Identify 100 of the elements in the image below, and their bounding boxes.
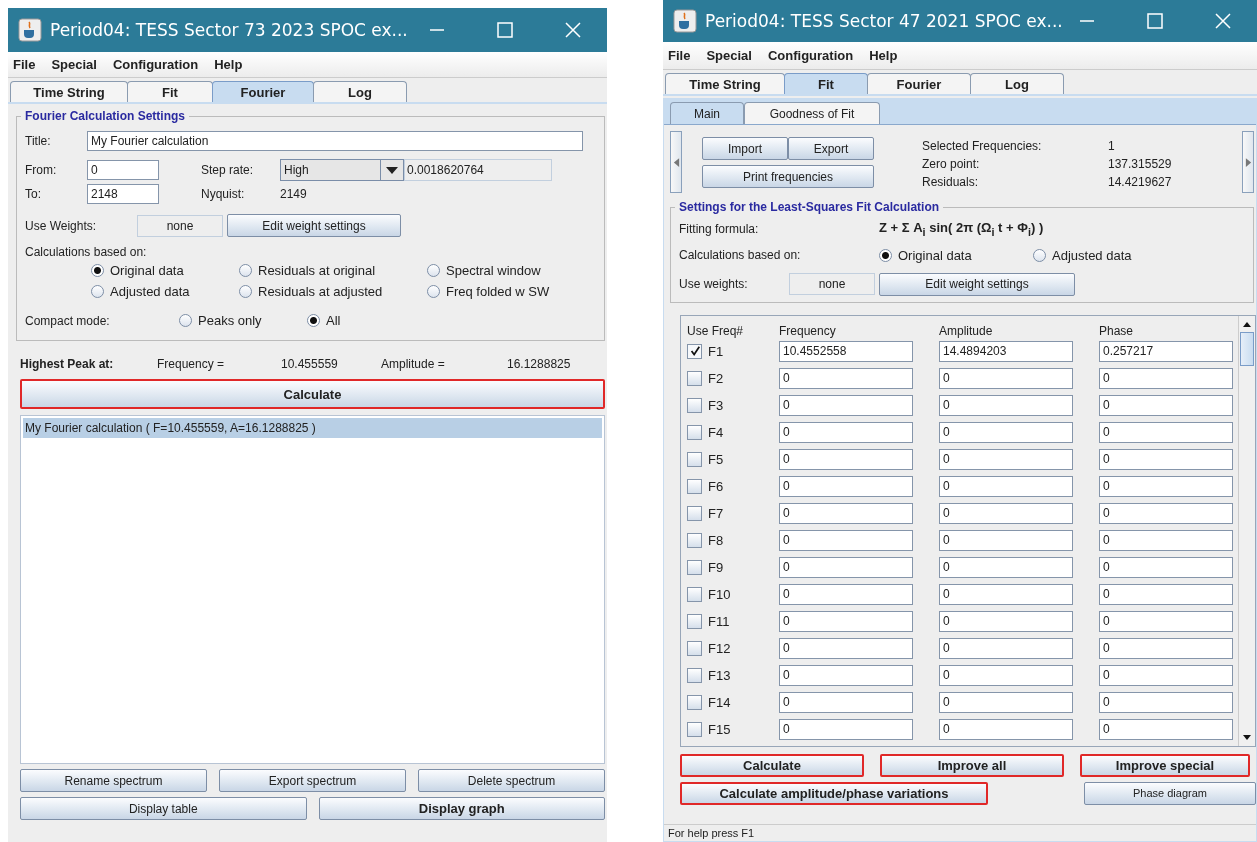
amplitude-field[interactable]: 0 — [939, 664, 1073, 686]
menu-item[interactable]: Special — [50, 57, 98, 72]
amplitude-field[interactable]: 0 — [939, 502, 1073, 524]
phase-field[interactable]: 0.257217 — [1099, 340, 1233, 362]
edit-weights-button[interactable]: Edit weight settings — [879, 272, 1075, 296]
status-bar: For help press F1 — [664, 824, 1256, 841]
title-field[interactable]: My Fourier calculation — [87, 131, 583, 151]
menu-item[interactable]: Configuration — [111, 57, 200, 72]
radio-button[interactable]: Original data — [91, 263, 239, 278]
frequency-field[interactable]: 0 — [779, 529, 913, 551]
frequency-label: F2 — [708, 370, 724, 386]
amplitude-field[interactable]: 0 — [939, 475, 1073, 497]
phase-field[interactable]: 0 — [1099, 691, 1233, 713]
display-button[interactable]: Display table — [20, 797, 307, 820]
to-field[interactable]: 2148 — [87, 184, 159, 204]
radio-button[interactable]: Residuals at original — [239, 263, 427, 278]
tab[interactable]: Fourier — [867, 73, 971, 94]
frequency-field[interactable]: 0 — [779, 583, 913, 605]
phase-field[interactable]: 0 — [1099, 475, 1233, 497]
frequency-field[interactable]: 0 — [779, 448, 913, 470]
amplitude-field[interactable]: 0 — [939, 583, 1073, 605]
amplitude-field[interactable]: 0 — [939, 691, 1073, 713]
edit-weights-button[interactable]: Edit weight settings — [227, 214, 401, 237]
frequency-field[interactable]: 0 — [779, 502, 913, 524]
phase-field[interactable]: 0 — [1099, 367, 1233, 389]
amplitude-field[interactable]: 0 — [939, 394, 1073, 416]
phase-field[interactable]: 0 — [1099, 394, 1233, 416]
spectrum-button[interactable]: Export spectrum — [219, 769, 406, 792]
frequency-field[interactable]: 0 — [779, 691, 913, 713]
calculate-button[interactable]: Calculate — [20, 379, 605, 409]
radio-button[interactable]: Freq folded w SW — [427, 284, 596, 299]
menu-item[interactable]: File — [667, 48, 692, 63]
amplitude-field[interactable]: 14.4894203 — [939, 340, 1073, 362]
fitting-formula: Z + Σ A$_{i}$ sin( 2π (Ω$_{i}$ t + Φ$_{i}$) ) — [879, 220, 1044, 238]
frequency-field[interactable]: 0 — [779, 556, 913, 578]
tab[interactable]: Main — [670, 102, 744, 124]
frequency-field[interactable]: 0 — [779, 610, 913, 632]
from-field[interactable]: 0 — [87, 160, 159, 180]
frequency-field[interactable]: 0 — [779, 664, 913, 686]
spectrum-button[interactable]: Delete spectrum — [418, 769, 605, 792]
tab[interactable]: Time String — [665, 73, 785, 94]
phase-field[interactable]: 0 — [1099, 610, 1233, 632]
frequency-field[interactable]: 0 — [779, 718, 913, 740]
menu-item[interactable]: Help — [868, 48, 899, 63]
radio-button[interactable]: Peaks only — [179, 313, 303, 328]
amplitude-field[interactable]: 0 — [939, 448, 1073, 470]
menu-item[interactable]: Help — [213, 57, 244, 72]
frequency-field[interactable]: 0 — [779, 637, 913, 659]
radio-button[interactable]: All — [307, 313, 431, 328]
phase-field[interactable]: 0 — [1099, 421, 1233, 443]
phase-field[interactable]: 0 — [1099, 583, 1233, 605]
radio-button[interactable]: Adjusted data — [91, 284, 239, 299]
tab[interactable]: Time String — [10, 81, 128, 102]
list-item[interactable]: My Fourier calculation ( F=10.455559, A=16.1288825 ) — [23, 418, 602, 438]
frequency-label: F12 — [708, 640, 731, 656]
amplitude-field[interactable]: 0 — [939, 556, 1073, 578]
menu-item[interactable]: Special — [705, 48, 753, 63]
action-button[interactable]: Phase diagram — [1084, 781, 1256, 805]
amplitude-field[interactable]: 0 — [939, 529, 1073, 551]
radio-button[interactable]: Adjusted data — [1033, 247, 1183, 263]
frequency-field[interactable]: 0 — [779, 475, 913, 497]
menu-item[interactable]: Configuration — [766, 48, 855, 63]
phase-field[interactable]: 0 — [1099, 529, 1233, 551]
tab[interactable]: Goodness of Fit — [744, 102, 880, 124]
display-button[interactable]: Display graph — [318, 797, 605, 820]
tab[interactable]: Fit — [127, 81, 213, 102]
phase-field[interactable]: 0 — [1099, 718, 1233, 740]
menu-item[interactable]: File — [12, 57, 37, 72]
action-button[interactable]: Calculate amplitude/phase variations — [680, 781, 988, 805]
phase-field[interactable]: 0 — [1099, 664, 1233, 686]
tab[interactable]: Log — [313, 81, 407, 102]
action-button[interactable]: Improve special — [1080, 753, 1250, 777]
tab[interactable]: Log — [970, 73, 1064, 94]
amplitude-field[interactable]: 0 — [939, 421, 1073, 443]
amplitude-field[interactable]: 0 — [939, 367, 1073, 389]
tab[interactable]: Fit — [784, 73, 868, 94]
export-button[interactable]: Export — [788, 137, 874, 160]
phase-field[interactable]: 0 — [1099, 556, 1233, 578]
print-frequencies-button[interactable]: Print frequencies — [702, 165, 874, 188]
phase-field[interactable]: 0 — [1099, 502, 1233, 524]
frequency-field[interactable]: 0 — [779, 421, 913, 443]
spectrum-button[interactable]: Rename spectrum — [20, 769, 207, 792]
action-button[interactable]: Improve all — [880, 753, 1064, 777]
amplitude-field[interactable]: 0 — [939, 610, 1073, 632]
radio-button[interactable]: Spectral window — [427, 263, 596, 278]
amplitude-field[interactable]: 0 — [939, 718, 1073, 740]
column-header: Phase — [1099, 323, 1135, 338]
action-button[interactable]: Calculate — [680, 753, 864, 777]
phase-field[interactable]: 0 — [1099, 448, 1233, 470]
amplitude-field[interactable]: 0 — [939, 637, 1073, 659]
phase-field[interactable]: 0 — [1099, 637, 1233, 659]
radio-button[interactable]: Original data — [879, 247, 1029, 263]
frequency-field[interactable]: 0 — [779, 367, 913, 389]
step-rate-dropdown[interactable]: High — [280, 159, 404, 181]
frequency-field[interactable]: 0 — [779, 394, 913, 416]
frequency-label: F5 — [708, 451, 724, 467]
tab[interactable]: Fourier — [212, 81, 314, 102]
import-button[interactable]: Import — [702, 137, 788, 160]
radio-button[interactable]: Residuals at adjusted — [239, 284, 427, 299]
frequency-field[interactable]: 10.4552558 — [779, 340, 913, 362]
